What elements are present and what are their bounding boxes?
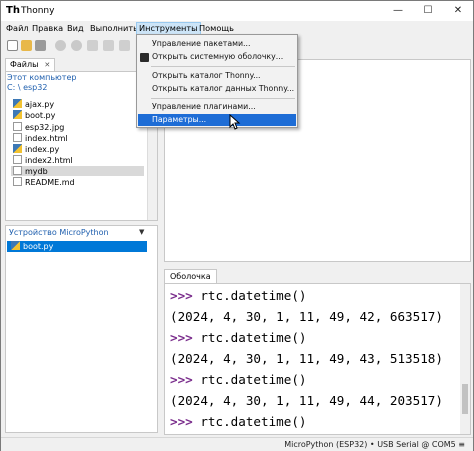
python-file-icon	[13, 144, 22, 153]
device-panel	[5, 225, 158, 433]
status-bar: MicroPython (ESP32) • USB Serial @ COM5 …	[1, 437, 473, 451]
file-item[interactable]: boot.py	[13, 110, 55, 120]
thonny-logo-icon: Th	[6, 5, 20, 16]
open-file-icon[interactable]	[21, 40, 32, 51]
files-tab[interactable]: Файлы ✕	[5, 58, 56, 71]
menu-file[interactable]: Файл	[4, 22, 31, 35]
chevron-down-icon[interactable]: ▼	[139, 228, 144, 236]
files-path[interactable]: C: \ esp32	[7, 83, 47, 92]
file-item[interactable]: README.md	[13, 177, 75, 187]
mouse-cursor-icon	[229, 114, 241, 130]
menu-separator	[151, 98, 295, 99]
shell-tab[interactable]: Оболочка	[164, 269, 217, 283]
menu-item-open-system-shell[interactable]: Открыть системную оболочку...	[138, 51, 296, 63]
device-title: Устройство MicroPython	[9, 228, 109, 237]
menu-item-open-thonny-data-dir[interactable]: Открыть каталог данных Thonny...	[138, 83, 296, 95]
step-out-icon[interactable]	[119, 40, 130, 51]
step-into-icon[interactable]	[103, 40, 114, 51]
shell-panel[interactable]: >>> rtc.datetime() (2024, 4, 30, 1, 11, …	[164, 283, 471, 435]
python-file-icon	[11, 241, 20, 250]
shell-line: (2024, 4, 30, 1, 11, 49, 44, 203517)	[170, 393, 443, 408]
file-icon	[13, 166, 22, 175]
device-file-item[interactable]: boot.py	[7, 241, 147, 252]
window-title: Thonny	[21, 6, 55, 16]
maximize-icon[interactable]: ☐	[413, 1, 443, 21]
shell-line: (2024, 4, 30, 1, 11, 49, 43, 513518)	[170, 351, 443, 366]
minimize-icon[interactable]: —	[383, 1, 413, 21]
menu-edit[interactable]: Правка	[30, 22, 65, 35]
tools-menu-dropdown: Управление пакетами... Открыть системную…	[136, 34, 298, 128]
menu-item-manage-packages[interactable]: Управление пакетами...	[138, 38, 296, 50]
file-item[interactable]: index.html	[13, 133, 68, 143]
menu-run[interactable]: Выполнить	[88, 22, 140, 35]
files-location-header[interactable]: Этот компьютер	[7, 73, 76, 82]
title-bar: Th Thonny — ☐ ✕	[1, 1, 473, 21]
shell-line: >>> rtc.datetime()	[170, 372, 307, 387]
menu-view[interactable]: Вид	[65, 22, 86, 35]
close-tab-icon[interactable]: ✕	[44, 61, 50, 69]
menu-item-options[interactable]: Параметры...	[138, 114, 296, 126]
file-icon	[13, 122, 22, 131]
python-file-icon	[13, 110, 22, 119]
menu-item-open-thonny-dir[interactable]: Открыть каталог Thonny...	[138, 70, 296, 82]
shell-line: (2024, 4, 30, 1, 11, 49, 42, 663517)	[170, 309, 443, 324]
new-file-icon[interactable]	[7, 40, 18, 51]
file-item-selected[interactable]: mydb	[11, 166, 144, 176]
file-item[interactable]: index.py	[13, 144, 59, 154]
interpreter-status[interactable]: MicroPython (ESP32) • USB Serial @ COM5 …	[284, 440, 465, 449]
step-over-icon[interactable]	[87, 40, 98, 51]
save-icon[interactable]	[35, 40, 46, 51]
thonny-window: Th Thonny — ☐ ✕ Файл Правка Вид Выполнит…	[0, 0, 474, 451]
shell-line: >>> rtc.datetime()	[170, 414, 307, 429]
file-item[interactable]: ajax.py	[13, 99, 54, 109]
file-item[interactable]: index2.html	[13, 155, 73, 165]
shell-line: >>> rtc.datetime()	[170, 330, 307, 345]
file-item[interactable]: esp32.jpg	[13, 122, 64, 132]
shell-scroll-thumb[interactable]	[462, 384, 468, 414]
files-tab-label: Файлы	[10, 60, 39, 69]
shell-scrollbar[interactable]	[460, 284, 470, 434]
file-icon	[13, 155, 22, 164]
debug-icon[interactable]	[71, 40, 82, 51]
shell-line: >>> rtc.datetime()	[170, 288, 307, 303]
python-file-icon	[13, 99, 22, 108]
menu-separator	[151, 66, 295, 67]
close-icon[interactable]: ✕	[443, 1, 473, 21]
file-icon	[13, 177, 22, 186]
menu-item-manage-plugins[interactable]: Управление плагинами...	[138, 101, 296, 113]
run-icon[interactable]	[55, 40, 66, 51]
file-icon	[13, 133, 22, 142]
